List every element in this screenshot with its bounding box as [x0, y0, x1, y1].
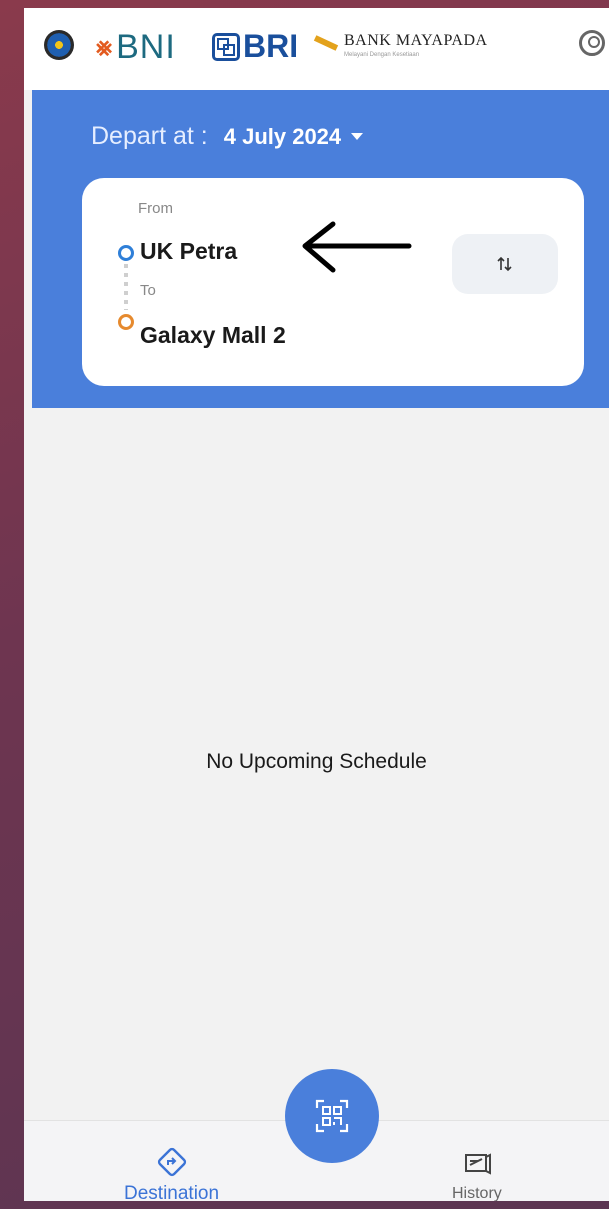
from-label: From: [138, 200, 173, 217]
app-screen: ⨳ BNI BRI BANK MAYAPADA Melayani Dengan …: [24, 8, 609, 1201]
directions-icon: [157, 1147, 186, 1177]
to-location[interactable]: Galaxy Mall 2: [140, 322, 286, 349]
bri-mark-icon: [212, 32, 240, 61]
nav-destination[interactable]: Destination: [124, 1145, 219, 1201]
route-header: Depart at : 4 July 2024 From UK Petra To…: [32, 90, 609, 408]
mayapada-mark-icon: [313, 35, 339, 51]
destination-dot-icon: [118, 314, 134, 330]
caret-down-icon[interactable]: [351, 133, 364, 140]
empty-schedule-message: No Upcoming Schedule: [206, 750, 427, 773]
left-arrow-annotation-icon: [302, 221, 412, 273]
depart-selector[interactable]: Depart at : 4 July 2024: [91, 122, 364, 151]
bni-logo: ⨳ BNI: [96, 28, 176, 67]
swap-arrows-icon: [497, 256, 512, 272]
swap-route-button[interactable]: [452, 234, 558, 294]
from-location[interactable]: UK Petra: [140, 238, 237, 265]
nav-destination-label: Destination: [124, 1183, 220, 1201]
ministry-emblem-logo: [44, 30, 74, 60]
depart-date[interactable]: 4 July 2024: [224, 124, 341, 150]
mayapada-logo-text: BANK MAYAPADA: [344, 32, 488, 49]
mayapada-logo: BANK MAYAPADA Melayani Dengan Kesetiaan: [313, 32, 488, 58]
route-card: From UK Petra To Galaxy Mall 2: [82, 178, 584, 386]
origin-dot-icon: [118, 245, 134, 261]
sponsor-logo-bar: ⨳ BNI BRI BANK MAYAPADA Melayani Dengan …: [24, 8, 609, 90]
route-connector-line: [124, 264, 128, 310]
qr-scan-button[interactable]: [285, 1069, 379, 1163]
profile-icon[interactable]: [579, 30, 605, 56]
mayapada-tagline: Melayani Dengan Kesetiaan: [344, 52, 420, 58]
nav-history-label: History: [452, 1185, 502, 1201]
bni-mark-icon: ⨳: [96, 32, 113, 62]
bni-logo-text: BNI: [116, 28, 176, 66]
bri-logo-text: BRI: [243, 28, 299, 64]
nav-history[interactable]: History: [452, 1149, 502, 1201]
qr-scan-icon: [315, 1099, 349, 1133]
to-label: To: [140, 282, 156, 299]
depart-label: Depart at :: [91, 122, 208, 150]
bri-logo: BRI: [212, 28, 298, 65]
ticket-icon: [464, 1153, 491, 1175]
